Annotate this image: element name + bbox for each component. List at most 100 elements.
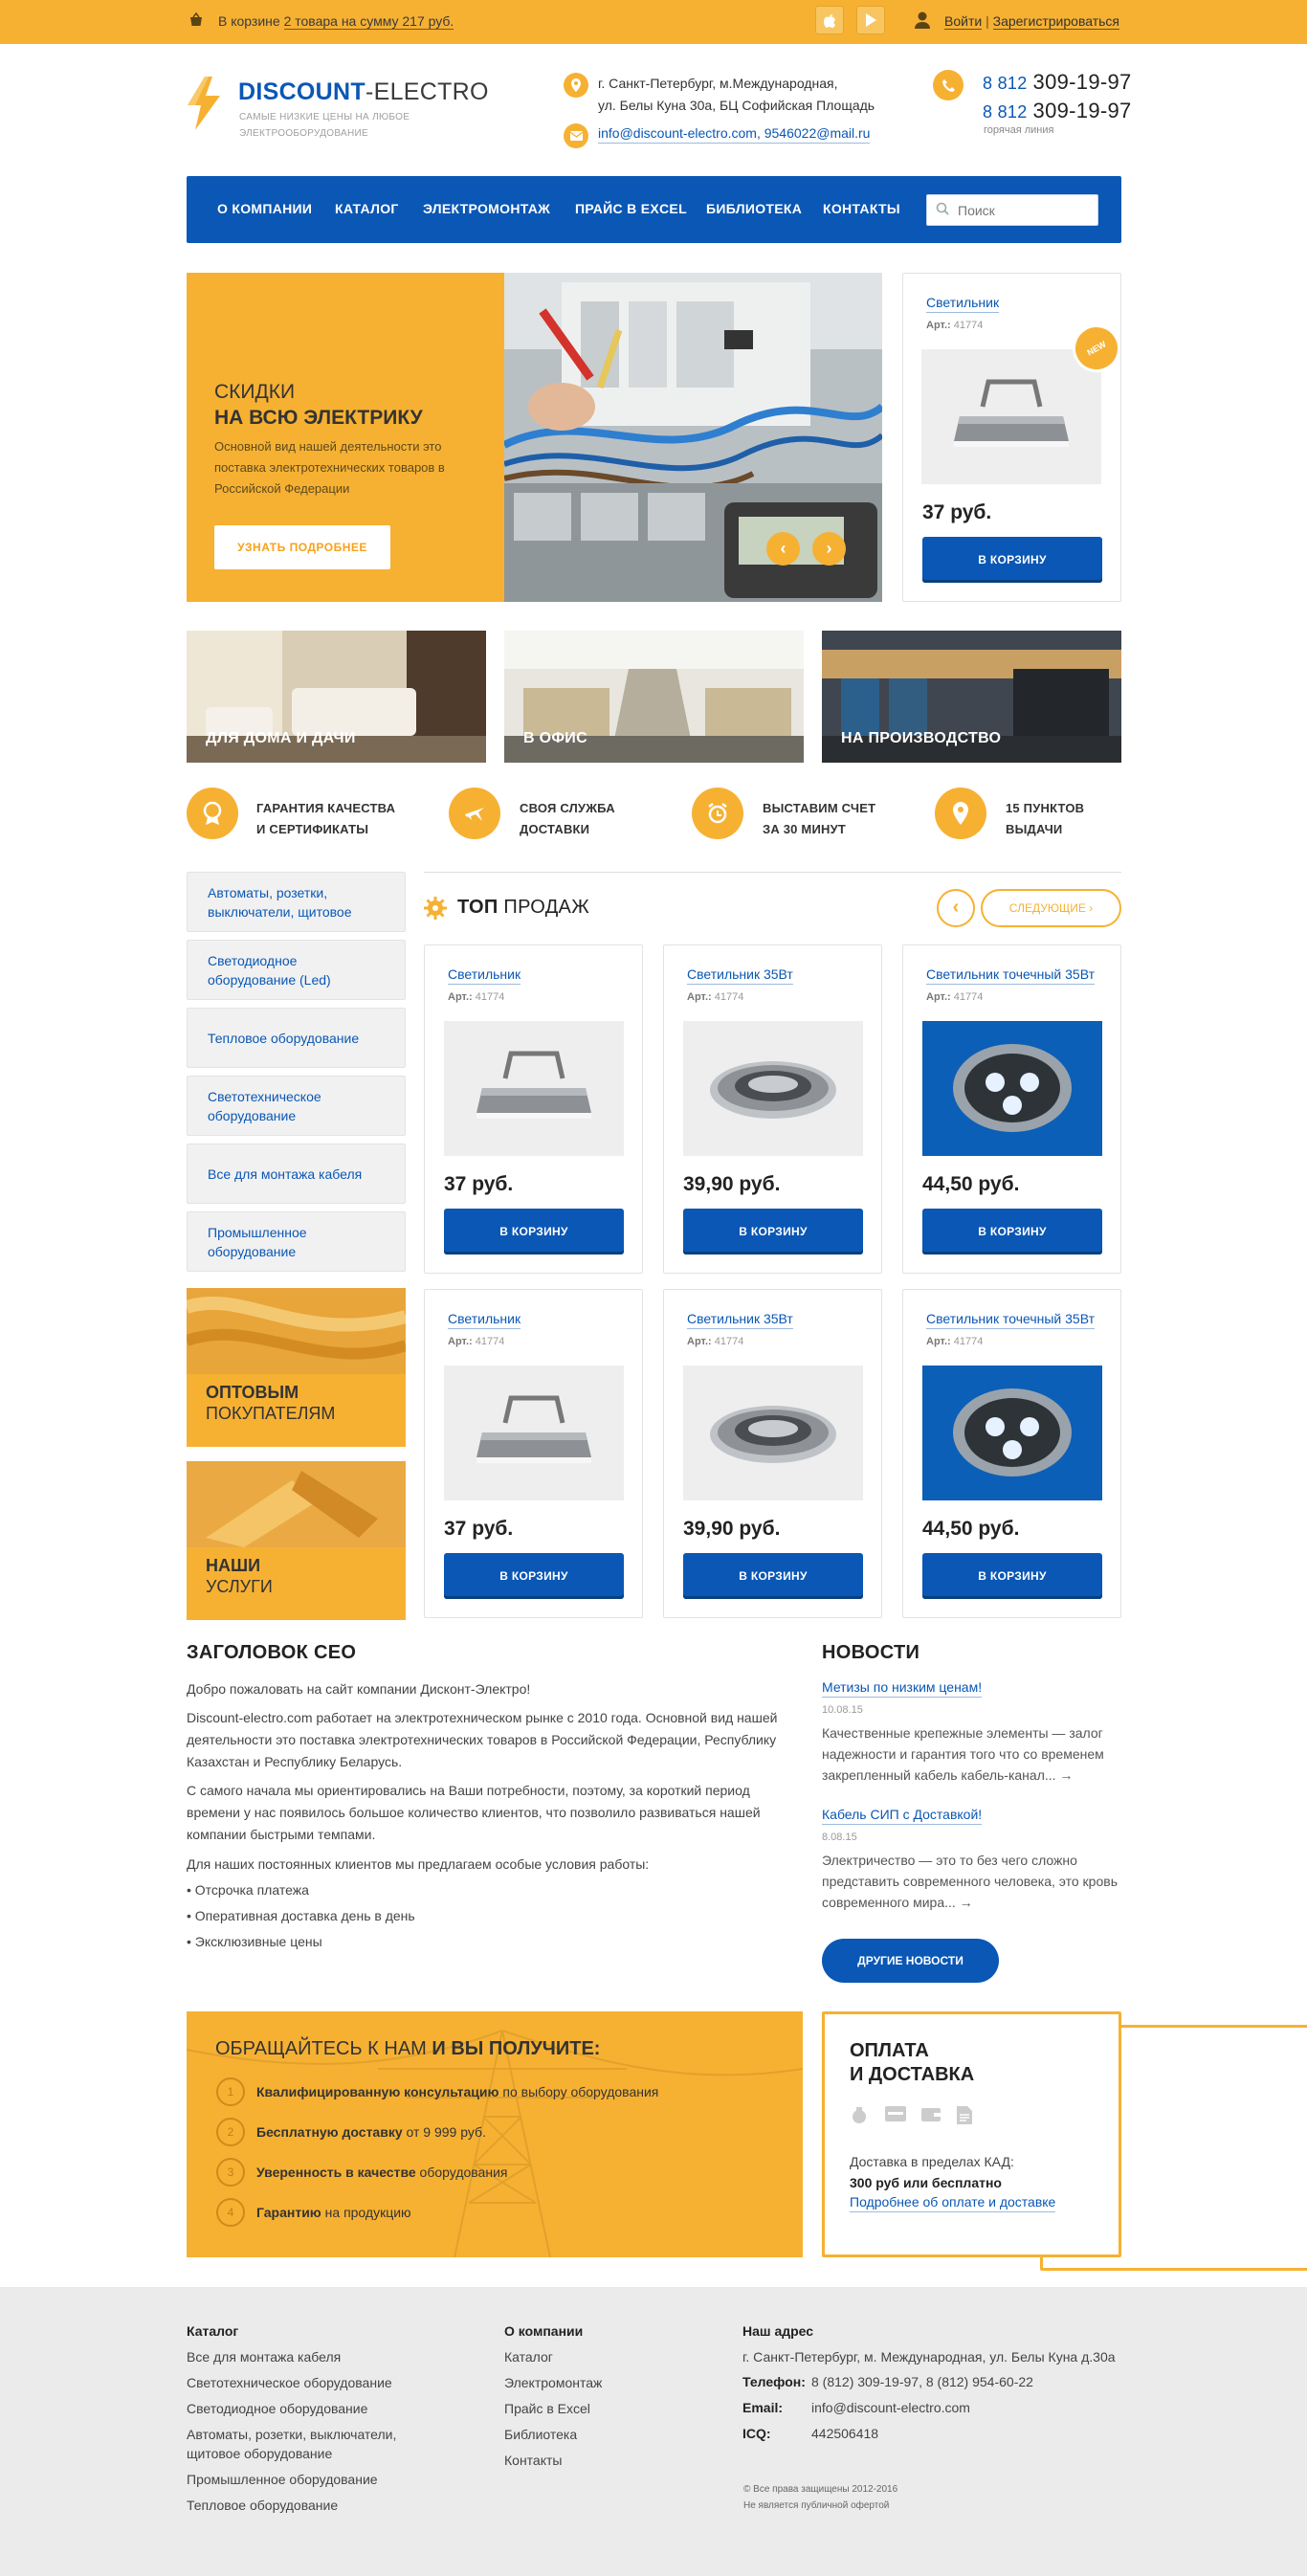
news-item-date: 8.08.15 [822,1832,857,1843]
category-industry[interactable]: На производство [822,631,1121,763]
add-to-cart-button[interactable]: В корзину [922,1209,1102,1255]
more-news-button[interactable]: Другие новости [822,1939,999,1983]
sidebar-item-industrial[interactable]: Промышленное оборудование [187,1211,406,1272]
cart-label: В корзине [218,13,280,29]
add-to-cart-button[interactable]: В корзину [683,1209,863,1255]
register-link[interactable]: Зарегистрироваться [992,13,1119,30]
product-price: 39,90 руб. [683,1518,781,1540]
phone-2-number: 309-19-97 [1032,99,1132,122]
cart-link[interactable]: 2 товара на сумму 217 руб. [283,13,454,30]
footer-catalog-link[interactable]: Светодиодное оборудование [187,2399,367,2418]
nav-item-electro[interactable]: Электромонтаж [423,201,550,216]
nav-item-about[interactable]: О компании [217,201,312,216]
top-bar: В корзине 2 товара на сумму 217 руб. → к… [0,0,1307,2271]
footer-company-link[interactable]: Электромонтаж [504,2373,602,2392]
featured-product-image[interactable] [921,349,1101,484]
footer-company-link[interactable]: Каталог [504,2347,553,2366]
top-sales-title-bold: Топ [457,897,498,918]
nav-item-price[interactable]: Прайс в Excel [575,201,687,216]
sidebar-item-cable[interactable]: Все для монтажа кабеля [187,1144,406,1204]
nav-item-contacts[interactable]: Контакты [823,201,900,216]
search-icon[interactable] [936,202,949,218]
product-name[interactable]: Светильник 35Вт [687,1311,793,1329]
hero-next-button[interactable]: › [812,532,846,566]
footer-catalog-link[interactable]: Тепловое оборудование [187,2496,338,2515]
top-sales-title: Топ продаж [457,897,589,919]
step-bold: Гарантию [256,2205,321,2220]
product-image[interactable] [444,1021,624,1156]
footer-phone-label: Телефон: [742,2374,806,2389]
search-input[interactable] [958,195,1092,225]
footer-phone[interactable]: 8 (812) 309-19-97, 8 (812) 954-60-22 [811,2374,1033,2389]
footer-company-link[interactable]: Прайс в Excel [504,2399,590,2418]
featured-product-name[interactable]: Светильник [926,295,1000,313]
footer-company-link[interactable]: Контакты [504,2451,562,2470]
alarm-clock-icon [692,788,743,839]
footer-company-link[interactable]: Библиотека [504,2425,577,2444]
add-to-cart-button[interactable]: В корзину [683,1553,863,1599]
top-sales-prev-button[interactable]: ‹ [937,889,975,927]
hero-prev-button[interactable]: ‹ [766,532,800,566]
nav-item-catalog[interactable]: Каталог [335,201,399,216]
product-name[interactable]: Светильник [448,966,521,985]
product-image[interactable] [683,1021,863,1156]
payment-details-link[interactable]: Подробнее об оплате и доставке [850,2194,1056,2212]
news-item-title[interactable]: Кабель СИП с Доставкой! [822,1807,983,1825]
header-emails[interactable]: info@discount-electro.com, 9546022@mail.… [598,125,871,144]
logo-bolt-icon[interactable] [184,77,224,133]
product-art: Арт.: 41774 [448,991,504,1003]
phone-1[interactable]: 8 812 309-19-97 [983,70,1132,95]
category-home[interactable]: Для дома и дачи [187,631,486,763]
art-label: Арт.: [687,991,712,1003]
hero-more-button[interactable]: Узнать подробнее [214,525,390,569]
phone-2[interactable]: 8 812 309-19-97 [983,99,1132,123]
map-pin-icon [935,788,986,839]
footer-email[interactable]: info@discount-electro.com [811,2400,970,2415]
featured-add-to-cart-button[interactable]: В корзину [922,537,1102,583]
footer-catalog-link[interactable]: Светотехническое оборудование [187,2373,392,2392]
category-office[interactable]: В офис [504,631,804,763]
art-number: 41774 [475,1336,505,1347]
play-icon[interactable] [856,6,885,34]
sidebar-item-lighting[interactable]: Светотехническое оборудование [187,1076,406,1136]
product-price: 44,50 руб. [922,1173,1020,1195]
login-link[interactable]: Войти [944,13,983,30]
product-name[interactable]: Светильник 35Вт [687,966,793,985]
product-card: Светильник 35Вт Арт.: 41774 39,90 руб. В… [663,1289,882,1618]
art-number: 41774 [953,991,984,1003]
product-art: Арт.: 41774 [687,991,743,1003]
add-to-cart-button[interactable]: В корзину [922,1553,1102,1599]
wholesale-promo[interactable]: Оптовым покупателям [187,1288,406,1447]
add-to-cart-button[interactable]: В корзину [444,1553,624,1599]
sidebar-item-led[interactable]: Светодиодное оборудование (Led) [187,940,406,1000]
footer-catalog-link[interactable]: Автоматы, розетки, выключатели, [187,2425,396,2444]
wholesale-line-1: Оптовым [206,1383,299,1402]
product-name[interactable]: Светильник точечный 35Вт [926,1311,1095,1329]
product-image[interactable] [683,1366,863,1500]
product-card: Светильник точечный 35Вт Арт.: 41774 44,… [902,944,1121,1274]
sidebar-item-heating[interactable]: Тепловое оборудование [187,1008,406,1068]
email-links[interactable]: info@discount-electro.com, 9546022@mail.… [598,125,871,144]
cart-icon[interactable] [188,11,205,33]
product-image[interactable] [922,1021,1102,1156]
sidebar-item-switches[interactable]: Автоматы, розетки, выключатели, щитовое [187,872,406,932]
product-card: Светильник точечный 35Вт Арт.: 41774 44,… [902,1289,1121,1618]
product-image[interactable] [922,1366,1102,1500]
art-label: Арт.: [687,1336,712,1347]
nav-item-library[interactable]: Библиотека [706,201,802,216]
services-promo[interactable]: Наши услуги [187,1461,406,1620]
footer-catalog-link[interactable]: Промышленное оборудование [187,2470,378,2489]
footer-catalog-link[interactable]: щитовое оборудование [187,2444,332,2463]
logo-title[interactable]: DISCOUNT-ELECTRO [238,78,489,106]
product-art: Арт.: 41774 [448,1336,504,1347]
product-card: Светильник 35Вт Арт.: 41774 39,90 руб. В… [663,944,882,1274]
product-name[interactable]: Светильник точечный 35Вт [926,966,1095,985]
apple-icon[interactable] [815,6,844,34]
news-item-title[interactable]: Метизы по низким ценам! [822,1679,983,1698]
product-image[interactable] [444,1366,624,1500]
star-badge-icon [424,897,447,922]
product-name[interactable]: Светильник [448,1311,521,1329]
top-sales-next-button[interactable]: Следующие › [981,889,1121,927]
add-to-cart-button[interactable]: В корзину [444,1209,624,1255]
footer-catalog-link[interactable]: Все для монтажа кабеля [187,2347,341,2366]
